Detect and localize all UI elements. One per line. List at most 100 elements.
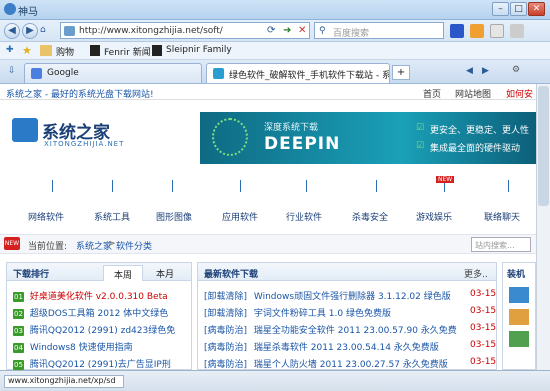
status-bar: www.xitongzhijia.net/xp/sd <box>0 370 550 391</box>
favorite-fenrir[interactable]: Fenrir 新闻 <box>104 45 151 58</box>
nav-divider <box>508 180 509 192</box>
latest-category[interactable]: [卸载清除] <box>204 309 247 319</box>
ranking-row[interactable]: 03 腾讯QQ2012 (2991) zd423绿色免 <box>13 323 175 336</box>
nav-industry[interactable]: 行业软件 <box>274 210 334 223</box>
ranking-row[interactable]: 04 Windows8 快速使用指南 <box>13 340 133 353</box>
software-icon[interactable] <box>509 331 529 347</box>
latest-row[interactable]: [病毒防治] 瑞星杀毒软件 2011 23.00.54.14 永久免费版 03-… <box>204 340 497 353</box>
vertical-scrollbar[interactable] <box>536 84 550 370</box>
latest-category[interactable]: [病毒防治] <box>204 326 247 336</box>
software-icon[interactable] <box>509 287 529 303</box>
tab-forward-icon[interactable]: ▶ <box>482 66 489 76</box>
latest-date: 03-15 <box>470 323 497 333</box>
header-divider <box>0 99 536 100</box>
baidu-icon[interactable] <box>450 24 464 38</box>
ranking-row[interactable]: 01 好桌道美化软件 v2.0.0.310 Beta <box>13 289 168 302</box>
latest-row[interactable]: [病毒防治] 瑞星全功能安全软件 2011 23.00.57.90 永久免费 0… <box>204 323 497 336</box>
title-bar: 神马 – □ ✕ <box>0 0 550 20</box>
home-icon[interactable]: ⌂ <box>40 25 46 35</box>
address-bar[interactable]: http://www.xitongzhijia.net/soft/ ⟳ ➜ ✕ <box>60 22 310 39</box>
rank-title[interactable]: 好桌道美化软件 v2.0.0.310 Beta <box>30 292 168 302</box>
ranking-row[interactable]: 02 超级DOS工具箱 2012 体中文绿色 <box>13 306 168 319</box>
rank-number: 05 <box>13 360 24 370</box>
latest-category[interactable]: [病毒防治] <box>204 343 247 353</box>
favorites-bar: ✚ ★ 购物 Fenrir 新闻 Sleipnir Family <box>0 42 550 60</box>
add-favorite-icon[interactable]: ✚ <box>6 45 14 55</box>
latest-panel: 最新软件下载 更多.. [卸载清除] Windows顽固文件强行删除器 3.1.… <box>197 262 497 370</box>
star-icon[interactable]: ★ <box>22 44 32 57</box>
forward-button[interactable]: ▶ <box>22 23 38 39</box>
latest-category[interactable]: [卸载清除] <box>204 292 247 302</box>
close-button[interactable]: ✕ <box>528 2 545 16</box>
stop-icon[interactable]: ✕ <box>298 25 306 36</box>
rank-title[interactable]: 腾讯QQ2012 (2991)去广告显IP刑 <box>30 360 171 370</box>
address-input[interactable]: http://www.xitongzhijia.net/soft/ <box>79 26 223 36</box>
nav-games[interactable]: 游戏娱乐 <box>404 210 464 223</box>
side-panel: 装机 <box>502 262 536 370</box>
latest-title-link[interactable]: 瑞星个人防火墙 2011 23.00.27.57 永久免费版 <box>254 360 448 370</box>
favorite-sleipnir[interactable]: Sleipnir Family <box>166 45 232 55</box>
favorite-shopping[interactable]: 购物 <box>56 45 74 58</box>
latest-title-link[interactable]: 瑞星全功能安全软件 2011 23.00.57.90 永久免费 <box>254 326 457 336</box>
latest-title-link[interactable]: 宇词文件粉碎工具 1.0 绿色免费版 <box>254 309 391 319</box>
ranking-row[interactable]: 05 腾讯QQ2012 (2991)去广告显IP刑 <box>13 357 171 370</box>
latest-row[interactable]: [病毒防治] 瑞星个人防火墙 2011 23.00.27.57 永久免费版 03… <box>204 357 496 370</box>
breadcrumb-category[interactable]: 软件分类 <box>116 239 152 252</box>
rank-title[interactable]: 腾讯QQ2012 (2991) zd423绿色免 <box>30 326 175 336</box>
latest-date: 03-15 <box>470 340 497 350</box>
back-button[interactable]: ◀ <box>4 23 20 39</box>
maximize-button[interactable]: □ <box>510 2 527 16</box>
nav-graphics[interactable]: 图形图像 <box>144 210 204 223</box>
settings-icon[interactable] <box>510 24 524 38</box>
tab-active[interactable]: 绿色软件_破解软件_手机软件下载站 - 系... <box>206 63 390 83</box>
page-content: 系统之家 - 最好的系统光盘下载网站! 首页 网站地图 如何安 系统之家 XIT… <box>0 84 550 370</box>
side-title: 装机 <box>507 270 526 280</box>
tab-this-month[interactable]: 本月 <box>145 267 185 280</box>
latest-title-link[interactable]: 瑞星杀毒软件 2011 23.00.54.14 永久免费版 <box>254 343 439 353</box>
gear-icon[interactable]: ⚙ <box>512 65 520 75</box>
search-input[interactable]: 百度搜索 <box>333 26 369 39</box>
deepin-logo-icon <box>212 118 248 156</box>
software-icon[interactable] <box>509 309 529 325</box>
tab-this-week[interactable]: 本周 <box>103 265 143 281</box>
nav-applications[interactable]: 应用软件 <box>210 210 270 223</box>
google-icon <box>31 68 42 79</box>
rank-title[interactable]: 超级DOS工具箱 2012 体中文绿色 <box>30 309 168 319</box>
site-search-input[interactable]: 站内搜索... <box>471 237 531 252</box>
banner-point: 更安全、更稳定、更人性 <box>430 126 530 136</box>
app-logo-icon <box>4 3 16 15</box>
refresh-icon[interactable]: ⟳ <box>267 25 275 36</box>
rank-title[interactable]: Windows8 快速使用指南 <box>30 343 133 353</box>
tab-bar: ⇩ Google 绿色软件_破解软件_手机软件下载站 - 系... + ◀ ▶ … <box>0 60 550 84</box>
deepin-banner[interactable]: 深度系统下载 DEEPIN ☑ 更安全、更稳定、更人性 ☑ 集成最全面的硬件驱动 <box>200 112 536 164</box>
scrollbar-thumb[interactable] <box>538 86 549 206</box>
nav-antivirus[interactable]: 杀毒安全 <box>340 210 400 223</box>
go-icon[interactable]: ➜ <box>283 25 291 36</box>
search-box[interactable]: ⚲ 百度搜索 <box>314 22 444 39</box>
breadcrumb-home[interactable]: 系统之家 <box>76 239 112 252</box>
latest-row[interactable]: [卸载清除] Windows顽固文件强行删除器 3.1.12.02 绿色版 03… <box>204 289 497 302</box>
latest-header: 最新软件下载 更多.. <box>198 263 496 281</box>
new-tab-button[interactable]: + <box>392 65 410 80</box>
latest-row[interactable]: [卸载清除] 宇词文件粉碎工具 1.0 绿色免费版 03-15 <box>204 306 497 319</box>
latest-date: 03-15 <box>470 289 497 299</box>
rss-icon[interactable] <box>470 24 484 38</box>
nav-network-software[interactable]: 网络软件 <box>16 210 76 223</box>
latest-title-link[interactable]: Windows顽固文件强行删除器 3.1.12.02 绿色版 <box>254 292 451 302</box>
tab-menu-icon[interactable]: ⇩ <box>8 66 16 76</box>
tab-back-icon[interactable]: ◀ <box>466 66 473 76</box>
more-link[interactable]: 更多.. <box>464 267 488 280</box>
logo-subtext: XITONGZHIJIA.NET <box>44 140 125 148</box>
check-icon: ☑ <box>416 123 425 133</box>
latest-category[interactable]: [病毒防治] <box>204 360 247 370</box>
tab-google[interactable]: Google <box>24 63 202 83</box>
site-icon <box>213 68 224 79</box>
latest-date: 03-15 <box>470 306 497 316</box>
minimize-button[interactable]: – <box>492 2 509 16</box>
nav-chat[interactable]: 联络聊天 <box>472 210 532 223</box>
nav-system-tools[interactable]: 系统工具 <box>82 210 142 223</box>
ranking-header: 下载排行 本周 本月 <box>7 263 191 281</box>
nav-divider <box>240 180 241 192</box>
rank-number: 02 <box>13 309 24 319</box>
toolbar-icon[interactable] <box>490 24 504 38</box>
